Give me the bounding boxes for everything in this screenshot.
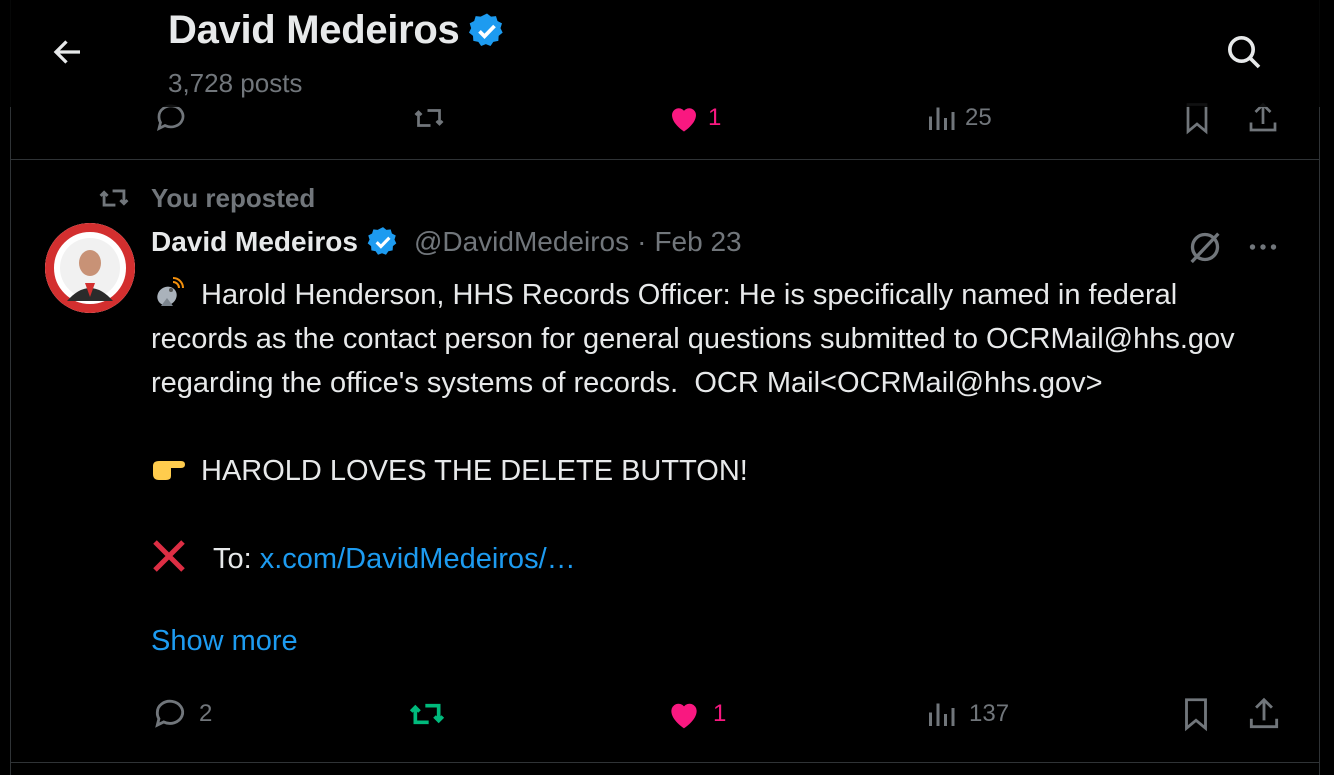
search-icon	[1228, 36, 1261, 69]
timeline-column: 1 25 You reposted David Medeiros @DavidM…	[10, 0, 1320, 775]
reply-count: 2	[199, 700, 213, 727]
to-label: To:	[213, 543, 260, 575]
repost-icon	[99, 189, 129, 207]
page-title: David Medeiros	[168, 8, 460, 52]
repost-button[interactable]	[407, 691, 457, 737]
heart-filled-icon	[671, 703, 697, 729]
views-icon	[929, 703, 955, 726]
share-icon	[1249, 697, 1279, 729]
to-link[interactable]: x.com/DavidMedeiros/…	[260, 543, 576, 575]
author-name[interactable]: David Medeiros	[151, 226, 358, 258]
share-button[interactable]	[1245, 691, 1283, 737]
bookmark-button[interactable]	[1177, 691, 1215, 737]
tweet[interactable]: You reposted David Medeiros @DavidMedeir…	[11, 161, 1319, 763]
reply-button[interactable]: 2	[151, 691, 212, 737]
like-count: 1	[713, 700, 727, 727]
verified-badge-icon	[367, 227, 397, 255]
separator-dot: ·	[637, 226, 647, 257]
tweet-paragraph-3: To: x.com/DavidMedeiros/…	[151, 537, 1271, 581]
profile-header: David Medeiros 3,728 posts	[0, 0, 1334, 107]
views-count: 137	[969, 700, 1010, 727]
tweet-paragraph-2: HAROLD LOVES THE DELETE BUTTON!	[151, 449, 1271, 493]
repost-indicator: You reposted	[97, 181, 315, 215]
prev-views-count: 25	[965, 104, 992, 131]
reply-icon	[155, 699, 185, 728]
posts-count: 3,728 posts	[168, 68, 303, 98]
back-arrow-icon	[53, 40, 80, 64]
pointing-right-hand-icon	[153, 461, 185, 480]
avatar[interactable]	[45, 223, 135, 313]
grok-icon[interactable]	[1183, 225, 1227, 269]
tweet-text: Harold Henderson, HHS Records Officer: H…	[151, 273, 1271, 581]
cross-mark-icon	[153, 540, 185, 572]
avatar-image	[45, 223, 135, 313]
header-title-row: David Medeiros	[168, 8, 507, 53]
like-button[interactable]: 1	[665, 691, 726, 737]
back-button[interactable]	[46, 30, 90, 74]
paragraph-2-text: HAROLD LOVES THE DELETE BUTTON!	[201, 455, 748, 487]
search-button[interactable]	[1218, 26, 1270, 78]
views-button[interactable]: 137	[923, 691, 1009, 737]
prev-like-count: 1	[708, 104, 722, 131]
show-more-link[interactable]: Show more	[151, 625, 298, 658]
repost-label: You reposted	[151, 182, 316, 213]
paragraph-1-text: Harold Henderson, HHS Records Officer: H…	[151, 279, 1243, 399]
repost-icon	[409, 703, 445, 725]
verified-badge-icon	[469, 13, 504, 46]
author-handle[interactable]: @DavidMedeiros	[414, 226, 629, 258]
satellite-antenna-icon	[157, 277, 184, 306]
bookmark-icon	[1185, 698, 1207, 732]
tweet-date[interactable]: Feb 23	[654, 226, 741, 258]
tweet-author-row: David Medeiros @DavidMedeiros · Feb 23	[151, 225, 742, 259]
tweet-paragraph-1: Harold Henderson, HHS Records Officer: H…	[151, 273, 1271, 405]
tweet-actions: 2 1 137	[11, 691, 1319, 741]
more-options-icon[interactable]	[1241, 225, 1285, 269]
